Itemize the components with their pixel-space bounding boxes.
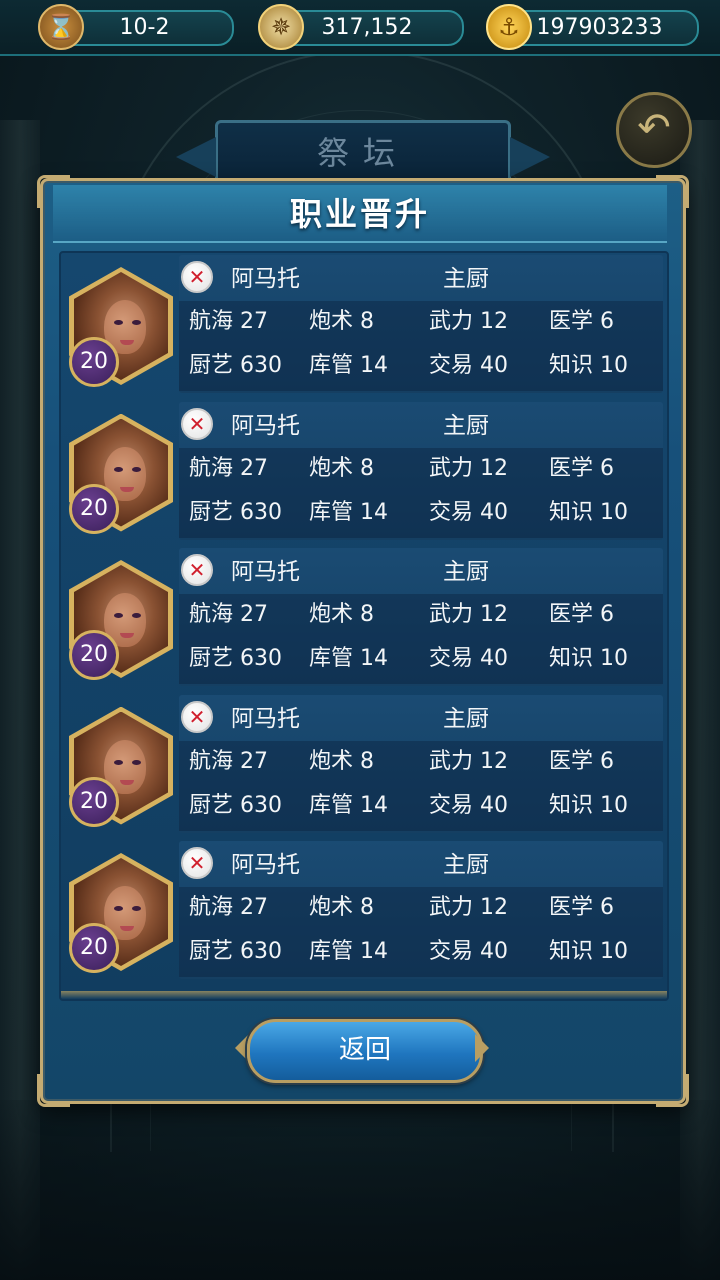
- resource-bar: 10-2 ⌛ 317,152 ✵ 197903233 ⚓: [0, 0, 720, 56]
- captain-stat: 医学 6: [549, 895, 614, 920]
- captain-stat: 炮术 8: [309, 895, 374, 920]
- captain-stat: 医学 6: [549, 748, 614, 774]
- captain-name: 阿马托: [231, 266, 300, 292]
- captain-stat: 厨艺 630: [189, 353, 282, 378]
- compass-icon: ✵: [258, 4, 304, 50]
- return-button[interactable]: 返回: [247, 1019, 483, 1083]
- panel-title: 职业晋升: [289, 195, 430, 233]
- captain-name: 阿马托: [231, 852, 300, 878]
- captain-stat: 武力 12: [429, 895, 508, 920]
- panel-corner-ornament: [37, 1074, 70, 1107]
- level-badge: 20: [69, 923, 119, 973]
- captain-stat: 交易 40: [429, 646, 508, 671]
- promotion-panel: 职业晋升 20 ✕ 阿马托 主厨 航海 27 炮术 8 武力 12 医学 6 厨艺 630 库管 …: [37, 175, 689, 1107]
- portrait-eye: [114, 759, 123, 765]
- level-badge: 20: [69, 630, 119, 680]
- captain-stat: 知识 10: [549, 499, 628, 525]
- captain-stat: 医学 6: [549, 602, 614, 627]
- portrait-eye: [114, 320, 123, 325]
- portrait-eye: [132, 906, 141, 911]
- captain-stat: 厨艺 630: [189, 792, 282, 818]
- captain-stat: 交易 40: [429, 499, 508, 525]
- captain-stat: 库管 14: [309, 792, 388, 818]
- captain-row[interactable]: 20 ✕ 阿马托 主厨航海 27 炮术 8 武力 12 医学 6 厨艺 630 库管 14 交易 …: [61, 400, 667, 546]
- captain-job: 主厨: [443, 705, 489, 732]
- captain-job: 主厨: [443, 852, 489, 878]
- portrait-eye: [132, 466, 141, 472]
- cross-emblem-icon: ✕: [181, 261, 213, 293]
- captain-job: 主厨: [443, 412, 489, 439]
- level-badge: 20: [69, 337, 119, 387]
- captain-stat: 医学 6: [549, 309, 614, 334]
- captain-stat: 医学 6: [549, 455, 614, 481]
- captain-row[interactable]: 20 ✕ 阿马托 主厨航海 27 炮术 8 武力 12 医学 6 厨艺 630 库管 14 交易 …: [61, 546, 667, 692]
- captain-stat: 交易 40: [429, 353, 508, 378]
- captain-stat: 交易 40: [429, 939, 508, 964]
- altar-title: 祭坛: [316, 134, 409, 172]
- captain-stat: 知识 10: [549, 353, 628, 378]
- cross-emblem-icon: ✕: [181, 554, 213, 586]
- captain-stat: 航海 27: [189, 455, 268, 481]
- captain-stat: 知识 10: [549, 792, 628, 818]
- portrait-eye: [114, 613, 123, 618]
- captain-stat: 知识 10: [549, 646, 628, 671]
- button-ornament-right: [475, 1034, 489, 1062]
- captain-stat: 库管 14: [309, 646, 388, 671]
- level-badge: 20: [69, 776, 119, 827]
- captain-stat: 厨艺 630: [189, 939, 282, 964]
- portrait-eye: [114, 906, 123, 911]
- portrait-eye: [132, 759, 141, 765]
- hourglass-icon: ⌛: [38, 4, 84, 50]
- portrait-eye: [114, 466, 123, 472]
- captain-job: 主厨: [443, 559, 489, 585]
- captain-stat: 炮术 8: [309, 748, 374, 774]
- captain-stat: 武力 12: [429, 748, 508, 774]
- cross-emblem-icon: ✕: [181, 847, 213, 879]
- cross-emblem-icon: ✕: [181, 407, 213, 440]
- captain-stat: 库管 14: [309, 939, 388, 964]
- captain-list[interactable]: 20 ✕ 阿马托 主厨 航海 27 炮术 8 武力 12 医学 6 厨艺 630 库管 14 交易 …: [59, 251, 669, 1001]
- captain-row[interactable]: 20 ✕ 阿马托 主厨航海 27 炮术 8 武力 12 医学 6 厨艺 630 库管 14 交易 …: [61, 693, 667, 839]
- captain-stat: 厨艺 630: [189, 646, 282, 671]
- captain-stat: 武力 12: [429, 602, 508, 627]
- captain-stat: 炮术 8: [309, 602, 374, 627]
- captain-name: 阿马托: [231, 705, 300, 732]
- panel-corner-ornament: [656, 1074, 689, 1107]
- cross-emblem-icon: ✕: [181, 700, 213, 733]
- captain-job: 主厨: [443, 266, 489, 292]
- captain-stat: 库管 14: [309, 353, 388, 378]
- captain-stat: 交易 40: [429, 792, 508, 818]
- portrait-mouth: [120, 486, 134, 492]
- back-arrow-icon[interactable]: ↶: [616, 92, 692, 168]
- captain-stat: 武力 12: [429, 455, 508, 481]
- captain-stat: 知识 10: [549, 939, 628, 964]
- captain-stat: 库管 14: [309, 499, 388, 525]
- list-scroll-edge: [61, 991, 667, 999]
- captain-row[interactable]: 20 ✕ 阿马托 主厨航海 27 炮术 8 武力 12 医学 6 厨艺 630 库管 14 交易 …: [61, 839, 667, 985]
- anchor-coin-icon: ⚓: [486, 4, 532, 50]
- captain-stat: 航海 27: [189, 309, 268, 334]
- background-floor: [0, 1100, 720, 1280]
- portrait-mouth: [120, 779, 134, 785]
- captain-name: 阿马托: [231, 412, 300, 439]
- captain-row[interactable]: 20 ✕ 阿马托 主厨航海 27 炮术 8 武力 12 医学 6 厨艺 630 库管 14 交易 …: [61, 253, 667, 399]
- captain-stat: 厨艺 630: [189, 499, 282, 525]
- portrait-eye: [132, 320, 141, 325]
- captain-stat: 炮术 8: [309, 455, 374, 481]
- captain-stat: 航海 27: [189, 748, 268, 774]
- captain-stat: 武力 12: [429, 309, 508, 334]
- level-badge: 20: [69, 483, 119, 534]
- captain-stat: 航海 27: [189, 602, 268, 627]
- captain-stat: 炮术 8: [309, 309, 374, 334]
- captain-stat: 航海 27: [189, 895, 268, 920]
- captain-name: 阿马托: [231, 559, 300, 585]
- portrait-eye: [132, 613, 141, 618]
